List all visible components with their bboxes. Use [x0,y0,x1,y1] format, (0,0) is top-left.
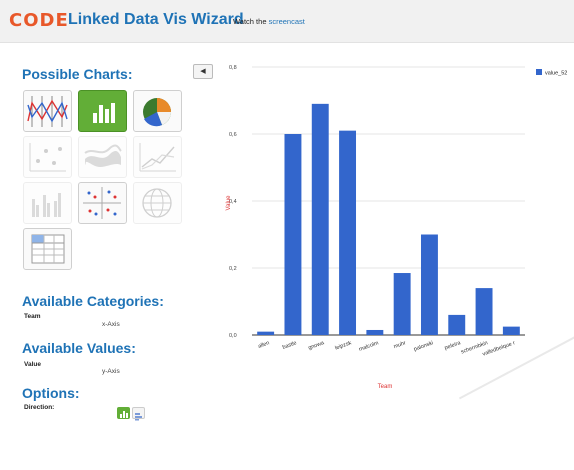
legend-label: value_52 [545,71,567,77]
y-tick-label: 0,0 [229,333,237,339]
bar-chart: 0,00,20,40,60,8allen bastle gnowa leipzsk ma… [226,65,567,390]
options-heading: Options: [22,385,80,401]
chart-option-map[interactable] [133,182,182,224]
bar-schermbkin [475,288,493,335]
x-tick-label: malcolm [358,340,380,353]
screencast-link[interactable]: screencast [269,17,305,26]
bar-valledbelque-r [502,326,520,335]
chart-option-pie[interactable] [133,90,182,132]
chart-option-line[interactable] [133,136,182,178]
direction-vertical-button[interactable] [117,407,130,419]
chart-option-streamgraph[interactable] [78,136,127,178]
x-tick-label: leipzsk [334,340,352,351]
available-values-heading: Available Values: [22,340,136,356]
bar-gnowa [311,103,329,335]
streamgraph-icon [84,144,122,167]
x-tick-label: muhr [393,340,407,350]
horizontal-bars-icon [135,413,142,421]
bar-malcolm [366,329,384,335]
code-logo: CODE [9,10,69,31]
chart-option-bar[interactable] [78,90,127,132]
chart-option-scatter[interactable] [23,136,72,178]
available-categories-heading: Available Categories: [22,293,164,309]
scatter-plot-icon [29,143,66,172]
app-title: Linked Data Vis Wizard [68,11,244,28]
watch-screencast-text: Watch the screencast [233,17,305,26]
bar-allen [257,331,275,335]
category-axis-dropzone[interactable]: x-Axis [102,321,120,328]
x-axis-title: Team [378,384,393,390]
y-tick-label: 0,2 [229,266,237,272]
parallel-coordinates-icon [27,96,68,127]
globe-map-icon [142,188,172,218]
bar-chart-icon [93,103,115,123]
pie-chart-icon [143,98,171,127]
category-name: Team [24,313,41,320]
x-tick-label: palonski [413,340,434,353]
y-tick-label: 0,8 [229,65,237,71]
value-name: Value [24,361,41,368]
y-axis-title: Value [226,195,232,211]
bar-muhr [393,273,411,335]
scatter-matrix-icon [83,187,121,219]
chevron-left-icon: ◀ [200,68,206,75]
value-axis-dropzone[interactable]: y-Axis [102,368,120,375]
direction-horizontal-button[interactable] [132,407,145,421]
x-tick-label: bastle [282,340,298,351]
possible-charts-heading: Possible Charts: [22,66,133,82]
top-bar: CODE Linked Data Vis Wizard Watch the sc… [0,0,574,43]
legend-swatch [536,69,542,75]
chart-option-scatter-matrix[interactable] [78,182,127,224]
line-chart-icon [139,143,176,172]
vertical-bars-icon [120,411,128,418]
chart-option-table[interactable] [23,228,72,270]
collapse-sidebar-button[interactable]: ◀ [193,64,213,79]
direction-label: Direction: [24,404,55,411]
watch-prefix: Watch the [233,17,267,26]
bar-bastle [284,134,302,335]
y-tick-label: 0,6 [229,132,237,138]
grouped-bar-icon [32,193,61,217]
chart-option-grouped-bar[interactable] [23,182,72,224]
x-tick-label: gnowa [308,340,326,352]
bar-peleira [448,314,466,335]
chart-option-parallel-coordinates[interactable] [23,90,72,132]
table-icon [31,234,65,264]
bar-leipzsk [339,130,357,335]
x-tick-label: allen [257,340,270,350]
bar-palonski [420,234,438,335]
